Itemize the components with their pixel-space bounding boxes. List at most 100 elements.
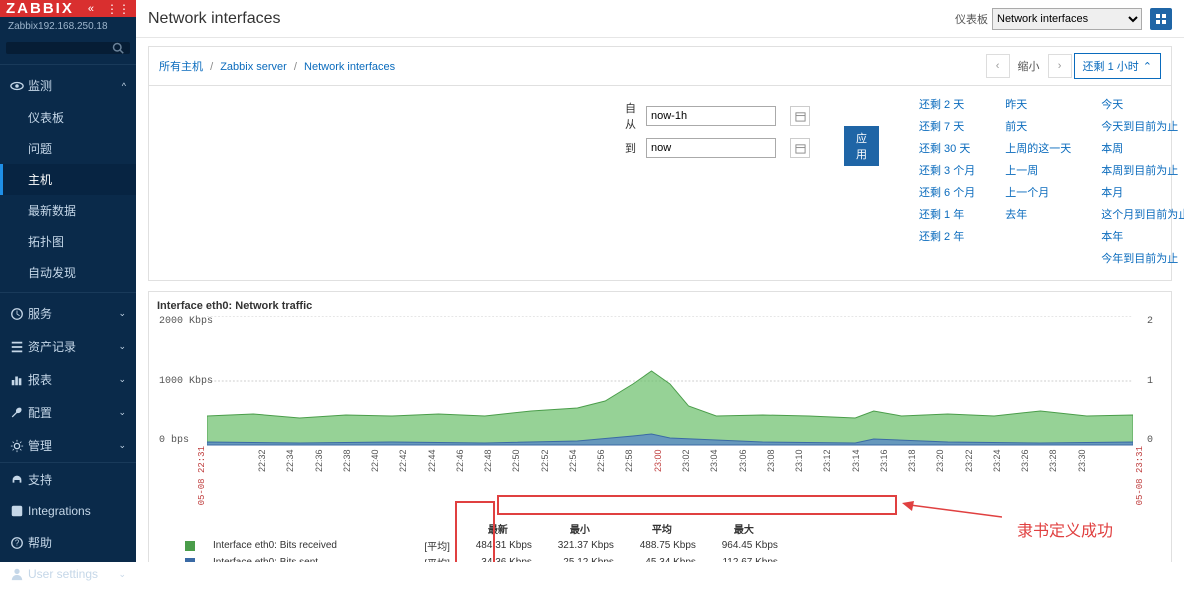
menu-icon[interactable]: ⋮⋮	[106, 2, 130, 16]
sidebar-cat-monitor[interactable]: 监测 ^	[0, 69, 136, 102]
x-tick: 23:26	[1020, 446, 1048, 476]
nav-prev-button[interactable]: ‹	[986, 54, 1010, 78]
preset-link[interactable]: 还剩 30 天	[919, 140, 975, 156]
crumb-host[interactable]: Zabbix server	[220, 61, 287, 73]
sidebar-item-discovery[interactable]: 自动发现	[0, 257, 136, 288]
annotation-text: 隶书定义成功	[1017, 517, 1113, 541]
x-tick: 23:22	[964, 446, 992, 476]
preset-link[interactable]: 上一个月	[1005, 184, 1071, 200]
time-filter: 自从 到 应用 还剩 2 天还剩 7 天还剩 30 天还剩 3 个月还剩 6 个…	[148, 86, 1172, 281]
arrow-icon	[902, 501, 1002, 521]
sidebar-user[interactable]: User settings⌄	[0, 559, 136, 589]
collapse-icon[interactable]: «	[88, 3, 92, 15]
preset-link[interactable]: 这个月到目前为止	[1101, 206, 1184, 222]
x-tick: 22:58	[624, 446, 652, 476]
x-tick: 23:00	[653, 446, 681, 476]
zoomout-button[interactable]: 缩小	[1018, 58, 1040, 74]
preset-link[interactable]: 今年到目前为止	[1101, 250, 1184, 266]
x-tick: 22:56	[596, 446, 624, 476]
time-range-button[interactable]: 还剩 1 小时 ⌃	[1074, 53, 1161, 79]
to-input[interactable]	[646, 138, 776, 158]
chevron-down-icon: ⌄	[118, 440, 126, 451]
preset-link[interactable]: 还剩 7 天	[919, 118, 975, 134]
sidebar-integrations[interactable]: Integrations	[0, 496, 136, 526]
yr-tick: 1	[1147, 376, 1153, 387]
x-tick: 23:20	[935, 446, 963, 476]
dashboard-label: 仪表板	[955, 11, 988, 27]
sidebar-cat-asset[interactable]: 资产记录⌄	[0, 330, 136, 363]
to-label: 到	[625, 143, 636, 155]
preset-link[interactable]: 本月	[1101, 184, 1184, 200]
logo: ZABBIX	[6, 0, 74, 17]
preset-link[interactable]: 还剩 2 天	[919, 96, 975, 112]
preset-link[interactable]: 还剩 6 个月	[919, 184, 975, 200]
z-icon	[10, 504, 28, 518]
nav-next-button[interactable]: ›	[1048, 54, 1072, 78]
sidebar-cat-admin[interactable]: 管理⌄	[0, 429, 136, 462]
preset-link[interactable]: 前天	[1005, 118, 1071, 134]
date-left: 05-08 22:31	[197, 446, 207, 505]
svg-text:?: ?	[15, 538, 20, 547]
wrench-icon	[10, 406, 28, 420]
dashboard-select[interactable]: Network interfaces	[992, 8, 1142, 30]
sidebar-item-hosts[interactable]: 主机	[0, 164, 136, 195]
from-input[interactable]	[646, 106, 776, 126]
apply-button[interactable]: 应用	[844, 126, 879, 166]
chevron-up-icon: ^	[122, 81, 126, 91]
calendar-icon[interactable]	[790, 138, 810, 158]
user-icon	[10, 567, 28, 581]
sidebar-item-latest[interactable]: 最新数据	[0, 195, 136, 226]
graph-panel: Interface eth0: Network traffic 2000 Kbp…	[148, 291, 1172, 562]
x-tick: 23:08	[766, 446, 794, 476]
preset-link[interactable]: 还剩 1 年	[919, 206, 975, 222]
clock-icon	[10, 307, 28, 321]
x-tick: 22:42	[398, 446, 426, 476]
crumb-allhosts[interactable]: 所有主机	[159, 61, 203, 73]
calendar-icon[interactable]	[790, 106, 810, 126]
sidebar-header: ZABBIX « ⋮⋮	[0, 0, 136, 17]
from-label: 自从	[625, 103, 636, 131]
preset-link[interactable]: 本周	[1101, 140, 1184, 156]
gear-icon	[10, 439, 28, 453]
sidebar-item-dashboard[interactable]: 仪表板	[0, 102, 136, 133]
crumb-screen[interactable]: Network interfaces	[304, 61, 395, 73]
preset-link[interactable]: 上周的这一天	[1005, 140, 1071, 156]
preset-link[interactable]: 还剩 3 个月	[919, 162, 975, 178]
y-tick: 2000 Kbps	[159, 316, 213, 327]
preset-link[interactable]: 上一周	[1005, 162, 1071, 178]
fullscreen-button[interactable]	[1150, 8, 1172, 30]
sidebar: ZABBIX « ⋮⋮ Zabbix192.168.250.18 监测 ^ 仪表…	[0, 0, 136, 562]
sidebar-support[interactable]: 支持	[0, 463, 136, 496]
x-tick: 23:18	[907, 446, 935, 476]
help-icon: ?	[10, 536, 28, 550]
yr-tick: 2	[1147, 316, 1153, 327]
sidebar-cat-config[interactable]: 配置⌄	[0, 396, 136, 429]
chevron-down-icon: ⌄	[118, 308, 126, 319]
chevron-up-icon: ⌃	[1143, 60, 1152, 73]
sidebar-cat-report[interactable]: 报表⌄	[0, 363, 136, 396]
preset-link[interactable]: 本年	[1101, 228, 1184, 244]
preset-link[interactable]: 昨天	[1005, 96, 1071, 112]
search-input[interactable]	[6, 42, 130, 54]
sidebar-help[interactable]: ?帮助	[0, 526, 136, 559]
headset-icon	[10, 473, 28, 487]
graph-title: Interface eth0: Network traffic	[157, 300, 1163, 312]
annotation-box	[497, 495, 897, 515]
x-tick: 23:04	[709, 446, 737, 476]
x-tick: 23:16	[879, 446, 907, 476]
preset-link[interactable]: 还剩 2 年	[919, 228, 975, 244]
search-icon	[112, 42, 124, 54]
x-tick: 22:44	[427, 446, 455, 476]
sidebar-item-maps[interactable]: 拓扑图	[0, 226, 136, 257]
server-label: Zabbix192.168.250.18	[0, 17, 136, 36]
sidebar-cat-service[interactable]: 服务⌄	[0, 297, 136, 330]
preset-link[interactable]: 今天到目前为止	[1101, 118, 1184, 134]
x-tick: 22:32	[257, 446, 285, 476]
list-icon	[10, 340, 28, 354]
sidebar-item-problems[interactable]: 问题	[0, 133, 136, 164]
preset-link[interactable]: 去年	[1005, 206, 1071, 222]
preset-link[interactable]: 本周到目前为止	[1101, 162, 1184, 178]
x-tick: 23:12	[822, 446, 850, 476]
chevron-down-icon: ⌄	[118, 341, 126, 352]
preset-link[interactable]: 今天	[1101, 96, 1184, 112]
